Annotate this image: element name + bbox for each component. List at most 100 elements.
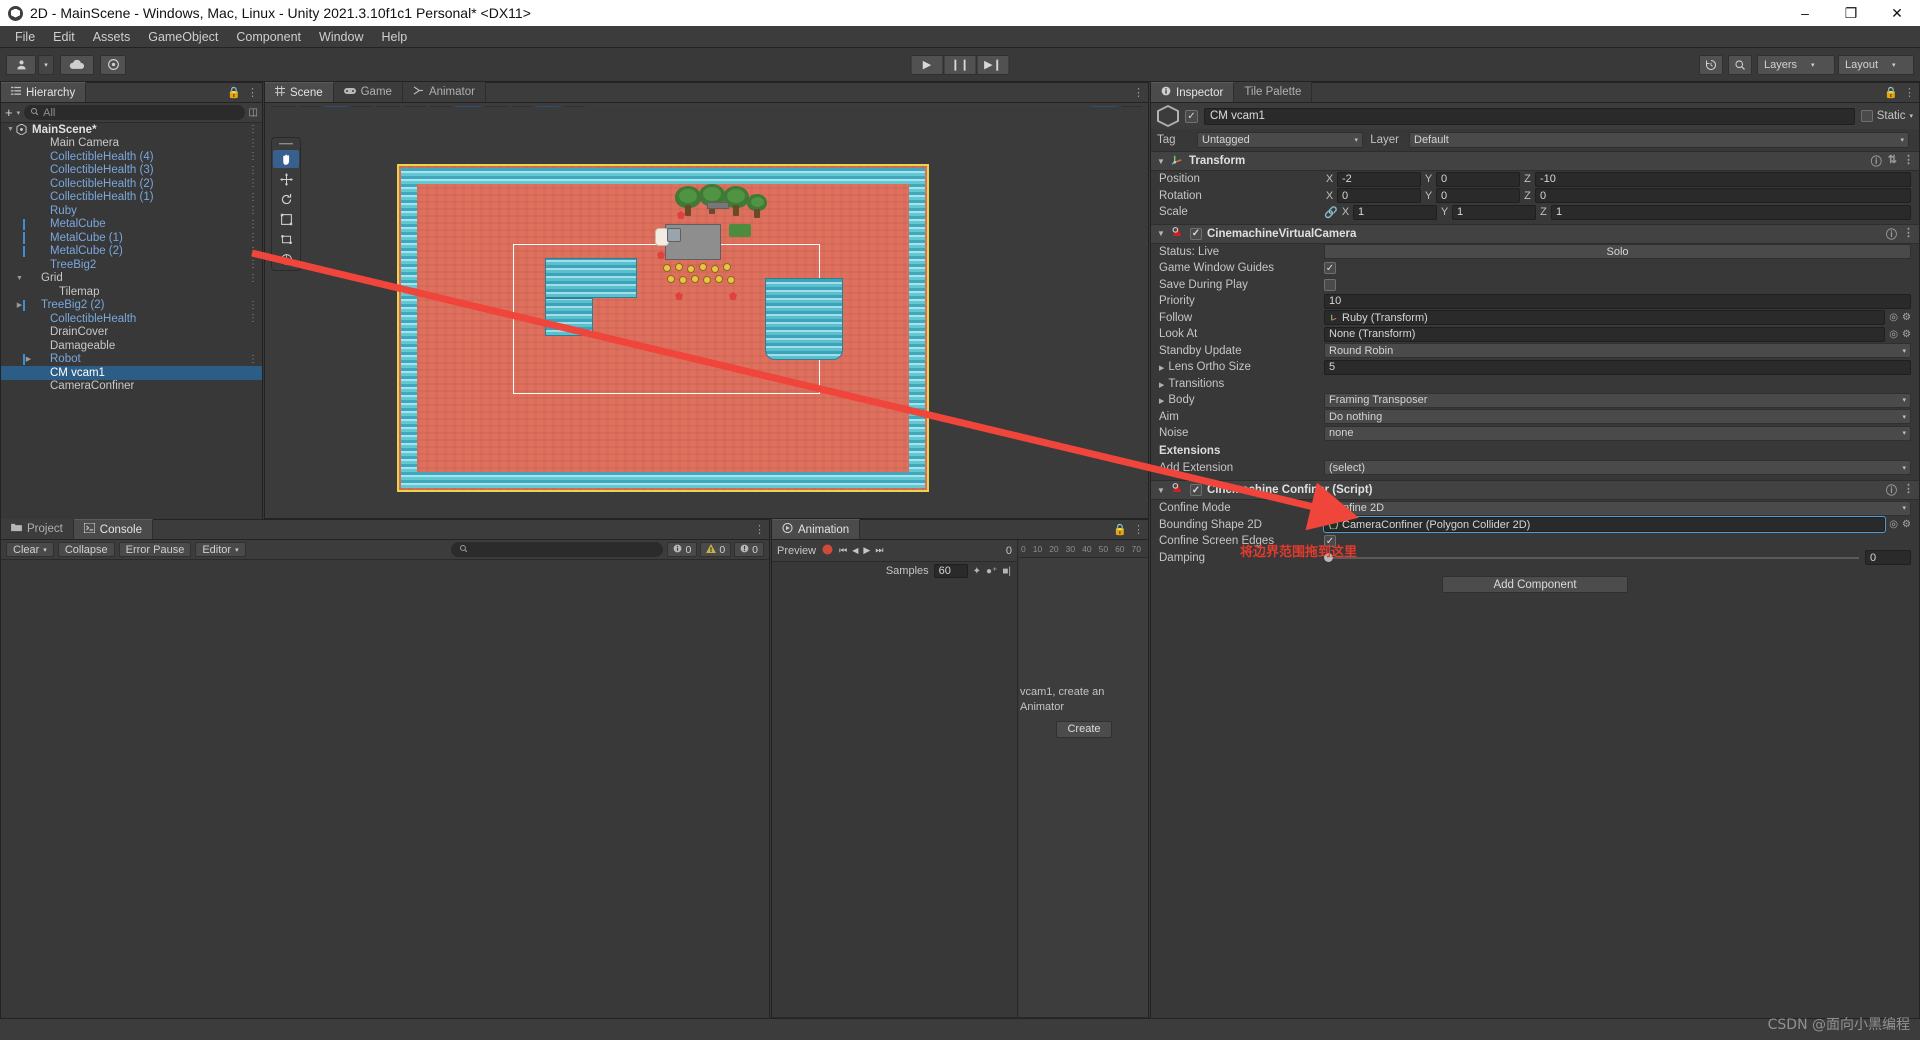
tab-console[interactable]: Console <box>73 519 153 539</box>
help-icon[interactable]: ⓘ <box>1886 482 1897 498</box>
account-icon[interactable] <box>6 54 36 75</box>
hierarchy-row[interactable]: Ruby ⋮ <box>1 204 262 218</box>
confiner-slider-value[interactable]: 0 <box>1865 550 1911 566</box>
tab-tile-palette[interactable]: Tile Palette <box>1234 82 1313 102</box>
info-count[interactable]: 0 <box>667 542 698 557</box>
row-menu-icon[interactable]: ⋮ <box>248 151 258 162</box>
maximize-button[interactable]: ❐ <box>1828 0 1874 26</box>
help-icon[interactable]: ⓘ <box>1886 226 1897 242</box>
hierarchy-row[interactable]: ▼ Grid ⋮ <box>1 272 262 286</box>
scale-z-input[interactable]: 1 <box>1551 204 1911 220</box>
row-menu-icon[interactable]: ⋮ <box>248 232 258 243</box>
hierarchy-row[interactable]: MetalCube (1) ⋮ <box>1 231 262 245</box>
row-menu-icon[interactable]: ⋮ <box>248 259 258 270</box>
position-x-input[interactable]: -2 <box>1337 171 1421 187</box>
rotation-y-input[interactable]: 0 <box>1436 188 1520 204</box>
kebab-menu-icon[interactable]: ⋮ <box>247 86 258 99</box>
hierarchy-row[interactable]: CollectibleHealth (1) ⋮ <box>1 191 262 205</box>
help-icon[interactable]: ⓘ <box>1871 153 1882 169</box>
vcam-dropdown[interactable]: Do nothing ▾ <box>1324 409 1911 425</box>
layout-dropdown[interactable]: Layout ▾ <box>1838 54 1914 75</box>
rotation-z-input[interactable]: 0 <box>1535 188 1911 204</box>
last-frame-button[interactable]: ⏭ <box>875 545 883 556</box>
hand-tool-button[interactable] <box>273 150 299 168</box>
record-icon[interactable] <box>821 543 834 559</box>
collab-icon[interactable] <box>100 54 126 75</box>
scene-canvas[interactable] <box>265 107 1148 518</box>
object-picker-icon[interactable]: ◎ <box>1889 329 1898 340</box>
menu-edit[interactable]: Edit <box>44 26 84 48</box>
move-tool-button[interactable] <box>273 170 299 188</box>
transform-component-header[interactable]: ▼ Transform ⓘ ⇅ ⋮ <box>1151 151 1919 171</box>
object-picker-icon[interactable]: ◎ <box>1889 519 1898 530</box>
menu-window[interactable]: Window <box>310 26 372 48</box>
add-component-button[interactable]: Add Component <box>1442 576 1628 593</box>
create-animation-button[interactable]: Create <box>1056 721 1112 738</box>
chevron-down-icon[interactable]: ▾ <box>17 109 21 117</box>
add-gameobject-button[interactable]: + <box>5 105 13 120</box>
row-menu-icon[interactable]: ⋮ <box>248 219 258 230</box>
tag-dropdown[interactable]: Untagged ▾ <box>1197 132 1363 148</box>
animation-timeline-pane[interactable]: 010203040506070809 <box>1019 540 1148 1017</box>
tab-scene[interactable]: Scene <box>265 82 334 102</box>
vcam-component-header[interactable]: ▼ CinemachineVirtualCamera ⓘ ⋮ <box>1151 223 1919 244</box>
row-menu-icon[interactable]: ⋮ <box>248 124 258 135</box>
hierarchy-row[interactable]: CameraConfiner <box>1 380 262 394</box>
hierarchy-row[interactable]: ▶ Robot ⋮ <box>1 353 262 367</box>
fold-arrow-icon[interactable]: ▶ <box>1159 398 1164 405</box>
current-frame-value[interactable]: 0 <box>1006 545 1012 557</box>
preset-icon[interactable]: ⇅ <box>1888 153 1897 169</box>
vcam-checkbox[interactable] <box>1324 278 1336 291</box>
fold-arrow-icon[interactable]: ▼ <box>14 275 25 282</box>
console-search-input[interactable] <box>450 542 664 557</box>
error-pause-button[interactable]: Error Pause <box>118 542 192 557</box>
play-animation-button[interactable]: ▶ <box>863 545 870 556</box>
account-caret-icon[interactable]: ▾ <box>38 54 54 75</box>
kebab-menu-icon[interactable]: ⋮ <box>1904 86 1915 99</box>
samples-input[interactable]: 60 <box>933 564 968 578</box>
row-menu-icon[interactable]: ⋮ <box>248 313 258 324</box>
menu-assets[interactable]: Assets <box>84 26 140 48</box>
pause-button[interactable]: ❙❙ <box>943 54 977 75</box>
kebab-menu-icon[interactable]: ⋮ <box>754 523 765 536</box>
close-button[interactable]: ✕ <box>1874 0 1920 26</box>
minimize-button[interactable]: – <box>1782 0 1828 26</box>
tab-hierarchy[interactable]: Hierarchy <box>1 82 87 102</box>
clear-button[interactable]: Clear ▾ <box>6 542 54 557</box>
static-checkbox[interactable] <box>1860 110 1873 122</box>
tab-game[interactable]: Game <box>333 82 403 102</box>
hierarchy-row[interactable]: MetalCube ⋮ <box>1 218 262 232</box>
vcam-dropdown[interactable]: Framing Transposer ▾ <box>1324 392 1911 408</box>
confiner-enabled-checkbox[interactable] <box>1190 484 1202 496</box>
object-picker-icon[interactable]: ◎ <box>1889 312 1898 323</box>
cloud-icon[interactable] <box>60 54 94 75</box>
vcam-dropdown[interactable]: Round Robin ▾ <box>1324 343 1911 359</box>
add-property-icon[interactable]: ■| <box>1002 566 1011 577</box>
play-button[interactable]: ▶ <box>910 54 944 75</box>
row-menu-icon[interactable]: ⋮ <box>248 354 258 365</box>
lock-icon[interactable]: 🔒 <box>227 86 241 99</box>
confiner-slider[interactable] <box>1324 552 1859 562</box>
vcam-number-input[interactable]: 10 <box>1324 293 1911 309</box>
rect-tool-button[interactable] <box>273 230 299 248</box>
object-enabled-checkbox[interactable] <box>1185 109 1198 123</box>
confiner-dropdown[interactable]: Confine 2D ▾ <box>1324 500 1911 516</box>
rotation-x-input[interactable]: 0 <box>1337 188 1421 204</box>
vcam-enabled-checkbox[interactable] <box>1190 227 1202 240</box>
vcam-object-field[interactable]: Ruby (Transform) <box>1324 310 1886 326</box>
vcam-number-input[interactable]: 5 <box>1324 359 1911 375</box>
menu-file[interactable]: File <box>6 26 44 48</box>
kebab-menu-icon[interactable]: ⋮ <box>1133 86 1144 99</box>
gear-icon[interactable]: ⚙ <box>1902 329 1911 340</box>
menu-help[interactable]: Help <box>372 26 416 48</box>
vcam-checkbox[interactable] <box>1324 262 1336 275</box>
fold-arrow-icon[interactable]: ▼ <box>1156 486 1166 495</box>
layer-dropdown[interactable]: Default ▾ <box>1409 132 1909 148</box>
custom-tool-button[interactable] <box>273 250 299 268</box>
menu-gameobject[interactable]: GameObject <box>139 26 227 48</box>
hierarchy-tree[interactable]: ▼ MainScene* ⋮ Main Camera ⋮ CollectibleHealt… <box>1 123 262 520</box>
gear-icon[interactable]: ⚙ <box>1902 312 1911 323</box>
fold-arrow-icon[interactable]: ▶ <box>1159 365 1164 372</box>
menu-component[interactable]: Component <box>227 26 310 48</box>
tab-inspector[interactable]: Inspector <box>1151 82 1235 102</box>
